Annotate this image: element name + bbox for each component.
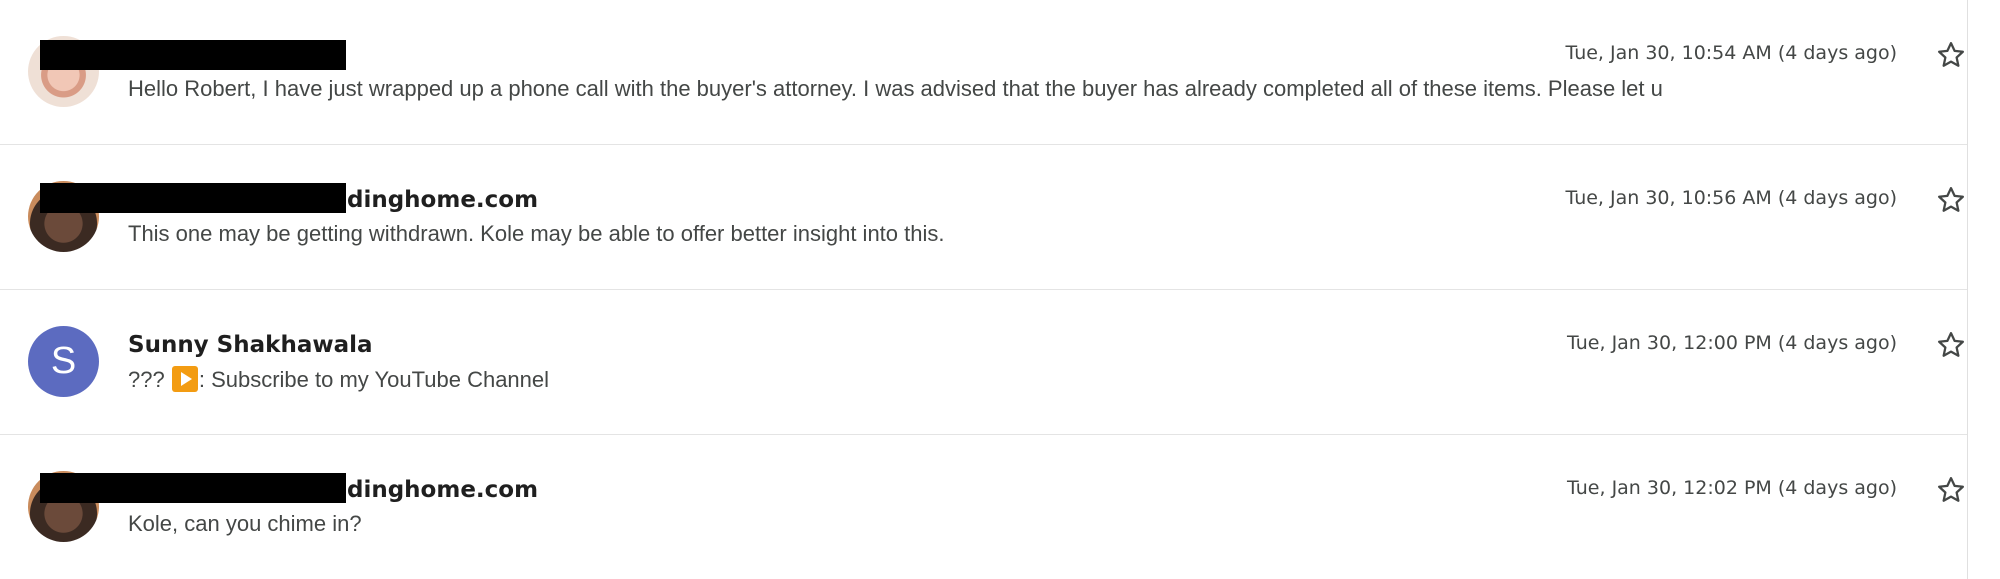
- play-button-icon: [171, 366, 198, 392]
- message-row[interactable]: Tue, Jan 30, 10:54 AM (4 days ago) Hello…: [0, 0, 1968, 145]
- message-snippet[interactable]: This one may be getting withdrawn. Kole …: [128, 221, 1768, 247]
- sender-avatar[interactable]: S: [28, 326, 99, 397]
- snippet-suffix: : Subscribe to my YouTube Channel: [198, 367, 550, 392]
- sender-name[interactable]: dinghome.com: [347, 477, 538, 503]
- star-icon[interactable]: [1936, 475, 1966, 505]
- message-timestamp: Tue, Jan 30, 12:00 PM (4 days ago): [1567, 332, 1897, 354]
- star-icon[interactable]: [1936, 40, 1966, 70]
- sender-name[interactable]: Sunny Shakhawala: [128, 332, 373, 358]
- redacted-sender-name: [40, 473, 346, 503]
- star-icon[interactable]: [1936, 330, 1966, 360]
- message-row[interactable]: dinghome.com Tue, Jan 30, 10:56 AM (4 da…: [0, 145, 1968, 290]
- redacted-sender-name: [40, 40, 346, 70]
- message-row[interactable]: S Sunny Shakhawala Tue, Jan 30, 12:00 PM…: [0, 290, 1968, 435]
- message-timestamp: Tue, Jan 30, 10:54 AM (4 days ago): [1565, 42, 1897, 64]
- star-icon[interactable]: [1936, 185, 1966, 215]
- message-timestamp: Tue, Jan 30, 10:56 AM (4 days ago): [1565, 187, 1897, 209]
- message-snippet[interactable]: Kole, can you chime in?: [128, 511, 1768, 537]
- email-thread: Tue, Jan 30, 10:54 AM (4 days ago) Hello…: [0, 0, 1968, 579]
- message-row[interactable]: dinghome.com Tue, Jan 30, 12:02 PM (4 da…: [0, 435, 1968, 579]
- snippet-prefix: ???: [128, 367, 165, 392]
- sender-name[interactable]: dinghome.com: [347, 187, 538, 213]
- message-timestamp: Tue, Jan 30, 12:02 PM (4 days ago): [1567, 477, 1897, 499]
- scrollbar[interactable]: [1967, 0, 2000, 579]
- message-snippet[interactable]: Hello Robert, I have just wrapped up a p…: [128, 76, 1768, 102]
- message-snippet[interactable]: ??? : Subscribe to my YouTube Channel: [128, 366, 1768, 393]
- redacted-sender-name: [40, 183, 346, 213]
